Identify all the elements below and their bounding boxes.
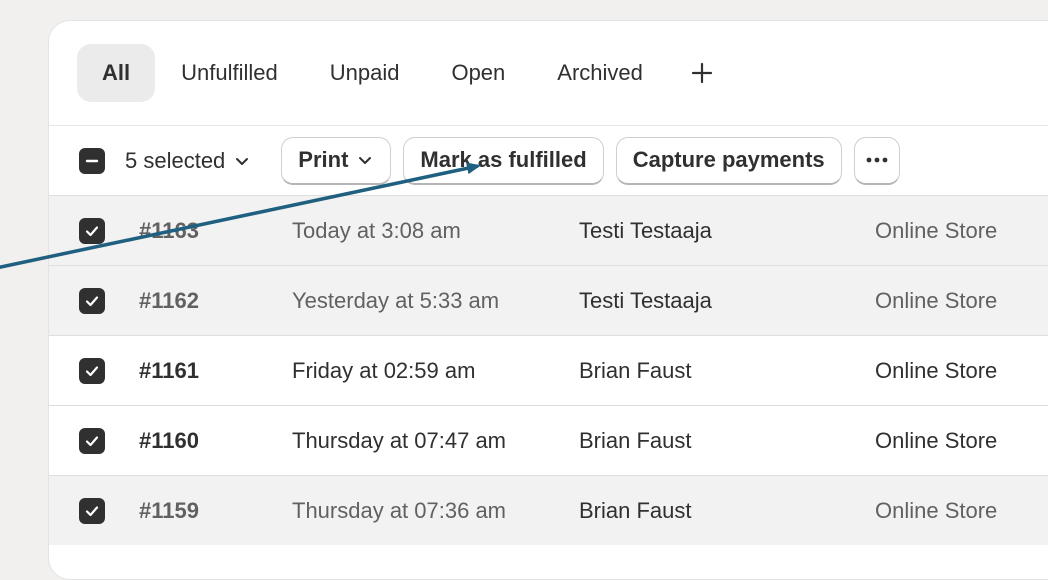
mark-as-fulfilled-button[interactable]: Mark as fulfilled [403,136,604,185]
order-customer: Testi Testaaja [579,287,712,313]
add-view-button[interactable] [669,44,735,102]
tab-archived[interactable]: Archived [531,44,669,102]
more-actions-button[interactable] [853,136,900,185]
tab-unfulfilled[interactable]: Unfulfilled [155,44,304,102]
order-customer: Testi Testaaja [579,217,712,243]
order-number[interactable]: #1159 [139,498,259,524]
tab-all[interactable]: All [77,44,156,102]
select-all-checkbox[interactable] [79,147,105,174]
table-row[interactable]: #1160 Thursday at 07:47 am Brian Faust O… [49,405,1048,475]
row-checkbox[interactable] [79,217,105,244]
table-row[interactable]: #1159 Thursday at 07:36 am Brian Faust O… [49,475,1048,545]
check-icon [85,505,99,516]
order-customer: Brian Faust [579,357,692,383]
table-row[interactable]: #1163 Today at 3:08 am Testi Testaaja On… [49,195,1048,265]
order-number[interactable]: #1160 [139,428,259,454]
order-date: Thursday at 07:47 am [292,427,507,453]
indeterminate-icon [85,159,99,162]
more-horizontal-icon [866,157,888,163]
order-date: Friday at 02:59 am [292,357,476,383]
check-icon [85,295,99,306]
mark-as-fulfilled-label: Mark as fulfilled [420,147,587,172]
chevron-down-icon [236,157,249,165]
table-row[interactable]: #1162 Yesterday at 5:33 am Testi Testaaj… [49,265,1048,335]
order-channel: Online Store [875,287,998,313]
table-row[interactable]: #1161 Friday at 02:59 am Brian Faust Onl… [49,335,1048,405]
tab-open[interactable]: Open [425,44,531,102]
order-number[interactable]: #1161 [139,358,259,384]
capture-payments-button[interactable]: Capture payments [615,136,842,185]
order-number[interactable]: #1162 [139,288,259,314]
selected-count-label: 5 selected [125,147,226,173]
view-tabs: All Unfulfilled Unpaid Open Archived [77,43,735,103]
orders-card: All Unfulfilled Unpaid Open Archived 5 s… [48,20,1048,580]
row-checkbox[interactable] [79,497,105,524]
row-checkbox[interactable] [79,427,105,454]
order-date: Thursday at 07:36 am [292,497,507,523]
order-date: Today at 3:08 am [292,217,461,243]
check-icon [85,435,99,446]
order-channel: Online Store [875,497,998,523]
bulk-actions-bar: 5 selected Print Mark as fulfilled Captu… [49,125,1048,195]
order-channel: Online Store [875,217,998,243]
orders-table: #1163 Today at 3:08 am Testi Testaaja On… [49,195,1048,545]
order-number[interactable]: #1163 [139,218,259,244]
order-date: Yesterday at 5:33 am [292,287,500,313]
tab-unpaid[interactable]: Unpaid [304,44,426,102]
order-channel: Online Store [875,357,998,383]
selected-count-dropdown[interactable]: 5 selected [125,148,251,174]
order-customer: Brian Faust [579,497,692,523]
row-checkbox[interactable] [79,357,105,384]
print-button[interactable]: Print [281,136,392,185]
order-channel: Online Store [875,427,998,453]
check-icon [85,225,99,236]
chevron-down-icon [359,157,372,164]
row-checkbox[interactable] [79,287,105,314]
print-label: Print [298,147,349,172]
order-customer: Brian Faust [579,427,692,453]
plus-icon [691,62,712,84]
capture-payments-label: Capture payments [632,147,825,172]
check-icon [85,365,99,376]
